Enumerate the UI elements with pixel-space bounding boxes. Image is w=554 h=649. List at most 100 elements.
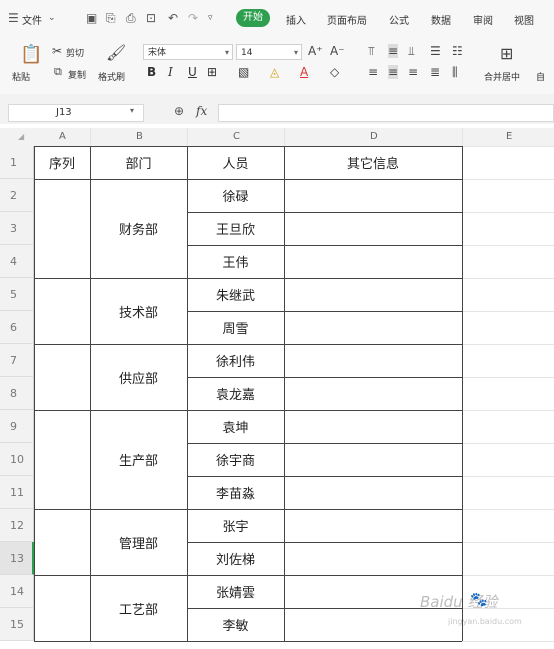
tab-formulas[interactable]: 公式 — [389, 12, 409, 27]
tab-review[interactable]: 审阅 — [473, 12, 493, 27]
function-button[interactable]: fx — [196, 104, 207, 118]
column-header-a[interactable]: A — [59, 131, 66, 142]
person-cell[interactable]: 徐利伟 — [187, 344, 284, 377]
name-box-dropdown-icon[interactable]: ▾ — [130, 106, 134, 115]
print-icon[interactable]: ⎙ — [126, 11, 136, 26]
fill-color-icon[interactable]: ◬ — [270, 65, 279, 79]
name-box[interactable] — [8, 104, 144, 122]
other-info-cell[interactable] — [284, 344, 462, 377]
person-cell[interactable]: 王伟 — [187, 245, 284, 278]
department-cell[interactable]: 管理部 — [90, 509, 187, 575]
clear-format-icon[interactable]: ◇ — [330, 65, 339, 79]
person-cell[interactable]: 张宇 — [187, 509, 284, 542]
header-cell-other-info[interactable]: 其它信息 — [284, 146, 462, 179]
person-cell[interactable]: 张婧雲 — [187, 575, 284, 608]
paste-button[interactable]: 粘贴 — [12, 70, 30, 83]
row-header-14[interactable]: 14 — [0, 575, 34, 608]
row-header-7[interactable]: 7 — [0, 344, 34, 377]
decrease-font-icon[interactable]: A⁻ — [330, 44, 345, 58]
tab-view[interactable]: 视图 — [514, 12, 534, 27]
format-painter-icon[interactable]: 🖌 — [106, 43, 126, 62]
person-cell[interactable]: 刘佐梯 — [187, 542, 284, 575]
align-middle-icon[interactable]: ≡ — [388, 44, 399, 58]
person-cell[interactable]: 李敏 — [187, 608, 284, 641]
person-cell[interactable]: 袁坤 — [187, 410, 284, 443]
person-cell[interactable]: 袁龙嘉 — [187, 377, 284, 410]
tab-data[interactable]: 数据 — [431, 12, 451, 27]
row-header-10[interactable]: 10 — [0, 443, 34, 476]
column-header-d[interactable]: D — [370, 131, 378, 142]
person-cell[interactable]: 徐宇商 — [187, 443, 284, 476]
column-header-e[interactable]: E — [506, 131, 512, 142]
undo-icon[interactable]: ↶ — [168, 11, 178, 25]
align-bottom-icon[interactable]: ⫫ — [408, 44, 415, 59]
copy-icon[interactable]: ⧉ — [54, 65, 62, 79]
row-header-15[interactable]: 15 — [0, 608, 34, 641]
print-preview-icon[interactable]: ⊡ — [146, 11, 156, 25]
row-header-6[interactable]: 6 — [0, 311, 34, 344]
other-info-cell[interactable] — [284, 278, 462, 311]
hamburger-menu-icon[interactable]: ☰ — [8, 11, 19, 25]
other-info-cell[interactable] — [284, 212, 462, 245]
other-info-cell[interactable] — [284, 410, 462, 443]
department-cell[interactable]: 供应部 — [90, 344, 187, 410]
person-cell[interactable]: 周雪 — [187, 311, 284, 344]
sequence-cell[interactable] — [34, 410, 90, 509]
fill-pattern-icon[interactable]: ▧ — [238, 65, 249, 79]
row-header-9[interactable]: 9 — [0, 410, 34, 443]
align-center-icon[interactable]: ≡ — [388, 65, 399, 79]
formula-input[interactable] — [218, 104, 554, 122]
other-info-cell[interactable] — [284, 443, 462, 476]
header-cell-personnel[interactable]: 人员 — [187, 146, 284, 179]
font-size-select[interactable]: 14 ▾ — [236, 44, 302, 60]
column-header-b[interactable]: B — [136, 131, 143, 142]
tab-insert[interactable]: 插入 — [286, 12, 306, 27]
other-info-cell[interactable] — [284, 179, 462, 212]
outdent-icon[interactable]: ☷ — [452, 44, 463, 58]
other-info-cell[interactable] — [284, 509, 462, 542]
paste-icon[interactable]: 📋 — [20, 44, 42, 65]
column-header-c[interactable]: C — [233, 131, 240, 142]
underline-button[interactable]: U — [188, 65, 197, 79]
cut-button[interactable]: 剪切 — [66, 46, 84, 59]
sequence-cell[interactable] — [34, 575, 90, 641]
align-left-icon[interactable]: ≡ — [368, 65, 378, 79]
sequence-cell[interactable] — [34, 509, 90, 575]
menu-file[interactable]: 文件 — [22, 12, 42, 27]
row-header-3[interactable]: 3 — [0, 212, 34, 245]
increase-font-icon[interactable]: A⁺ — [308, 44, 323, 58]
distributed-icon[interactable]: ⫼ — [452, 65, 458, 80]
zoom-icon[interactable]: ⊕ — [174, 104, 184, 118]
row-header-8[interactable]: 8 — [0, 377, 34, 410]
tab-start[interactable]: 开始 — [236, 9, 270, 27]
font-color-icon[interactable]: A — [300, 65, 308, 79]
align-top-icon[interactable]: ⫪ — [368, 44, 375, 59]
other-info-cell[interactable] — [284, 377, 462, 410]
select-all-icon[interactable]: ◢ — [18, 132, 24, 141]
export-icon[interactable]: ⎘ — [106, 11, 116, 26]
row-header-11[interactable]: 11 — [0, 476, 34, 509]
row-header-12[interactable]: 12 — [0, 509, 34, 542]
scissors-icon[interactable]: ✂ — [52, 44, 62, 58]
sequence-cell[interactable] — [34, 179, 90, 278]
save-icon[interactable]: ▣ — [86, 11, 97, 25]
department-cell[interactable]: 生产部 — [90, 410, 187, 509]
merge-center-icon[interactable]: ⊞ — [500, 44, 513, 63]
bold-button[interactable]: B — [147, 65, 156, 79]
row-header-2[interactable]: 2 — [0, 179, 34, 212]
other-info-cell[interactable] — [284, 245, 462, 278]
auto-wrap-button[interactable]: 自 — [536, 70, 545, 83]
tab-page-layout[interactable]: 页面布局 — [327, 12, 367, 27]
other-info-cell[interactable] — [284, 476, 462, 509]
align-right-icon[interactable]: ≡ — [408, 65, 418, 79]
justify-icon[interactable]: ≣ — [430, 65, 440, 79]
person-cell[interactable]: 王旦欣 — [187, 212, 284, 245]
row-header-4[interactable]: 4 — [0, 245, 34, 278]
other-info-cell[interactable] — [284, 542, 462, 575]
department-cell[interactable]: 技术部 — [90, 278, 187, 344]
person-cell[interactable]: 朱继武 — [187, 278, 284, 311]
other-info-cell[interactable] — [284, 311, 462, 344]
quick-access-dropdown-icon[interactable]: ▿ — [208, 13, 213, 23]
row-header-1[interactable]: 1 — [0, 146, 34, 179]
row-header-5[interactable]: 5 — [0, 278, 34, 311]
